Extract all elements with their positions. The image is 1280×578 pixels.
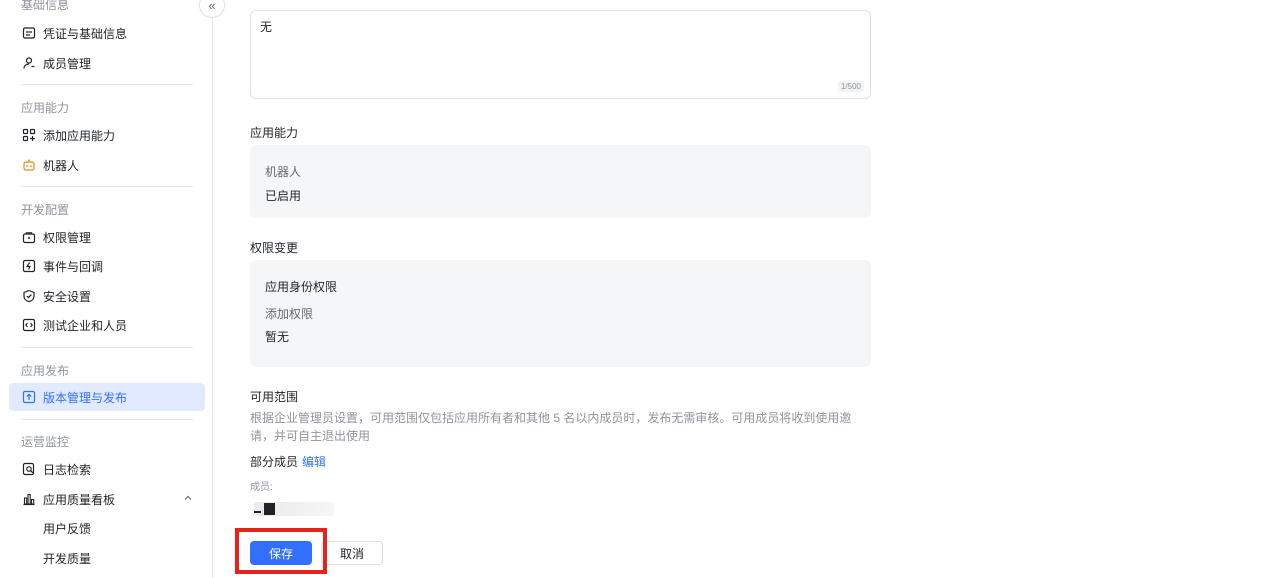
user-icon xyxy=(22,56,36,70)
shield-icon xyxy=(22,289,36,303)
divider xyxy=(21,419,193,420)
char-counter: 1/500 xyxy=(837,81,864,92)
log-search-icon xyxy=(22,462,36,476)
sidebar-item-label: 成员管理 xyxy=(43,56,92,71)
chevron-up-icon[interactable] xyxy=(183,493,193,503)
partial-members-label: 部分成员 xyxy=(250,455,299,469)
event-icon xyxy=(22,259,36,273)
code-icon xyxy=(22,318,36,332)
sidebar-subitem-dev-quality[interactable]: 开发质量 xyxy=(9,544,205,572)
section-title-permission: 权限变更 xyxy=(250,241,299,255)
sidebar-subitem-feedback[interactable]: 用户反馈 xyxy=(9,514,205,542)
robot-icon xyxy=(22,158,36,172)
permission-card: 应用身份权限 添加权限 暂无 xyxy=(250,260,871,367)
description-textarea[interactable]: 无 1/500 xyxy=(250,10,871,99)
permission-value: 暂无 xyxy=(265,330,290,344)
sidebar-item-label: 事件与回调 xyxy=(43,259,104,274)
sidebar-item-label: 安全设置 xyxy=(43,289,92,304)
sidebar-item-label: 开发质量 xyxy=(43,551,92,566)
sidebar-item-add-capability[interactable]: 添加应用能力 xyxy=(9,121,205,149)
upload-box-icon xyxy=(22,390,36,404)
capability-label: 机器人 xyxy=(265,165,302,179)
sidebar-item-quality[interactable]: 应用质量看板 xyxy=(9,485,205,513)
sidebar-item-label: 应用质量看板 xyxy=(43,492,116,507)
sidebar-item-version[interactable]: 版本管理与发布 xyxy=(9,383,205,411)
permission-heading: 应用身份权限 xyxy=(265,280,338,294)
cancel-button[interactable]: 取消 xyxy=(321,541,383,565)
section-title-scope: 可用范围 xyxy=(250,390,299,404)
sidebar-item-test[interactable]: 测试企业和人员 xyxy=(9,311,205,339)
textarea-value: 无 xyxy=(260,20,273,34)
divider xyxy=(21,347,193,348)
sidebar: 基础信息 凭证与基础信息 成员管理 应用能力 添加应用能力 机器人 开发配置 权… xyxy=(0,0,213,578)
group-title-ops: 运营监控 xyxy=(21,435,70,449)
partial-members-row: 部分成员 编辑 xyxy=(250,453,326,470)
sidebar-item-label: 机器人 xyxy=(43,158,80,173)
capability-value: 已启用 xyxy=(265,189,302,203)
save-button[interactable]: 保存 xyxy=(250,541,312,565)
sidebar-item-events[interactable]: 事件与回调 xyxy=(9,252,205,280)
sidebar-item-label: 权限管理 xyxy=(43,230,92,245)
permission-label: 添加权限 xyxy=(265,307,314,321)
section-title-capability: 应用能力 xyxy=(250,126,299,140)
sidebar-item-permissions[interactable]: 权限管理 xyxy=(9,223,205,251)
group-title-basic: 基础信息 xyxy=(21,0,70,12)
id-card-icon xyxy=(22,26,36,40)
group-title-capability: 应用能力 xyxy=(21,101,70,115)
capability-card: 机器人 已启用 xyxy=(250,145,871,218)
sidebar-item-security[interactable]: 安全设置 xyxy=(9,282,205,310)
bar-chart-icon xyxy=(22,492,36,506)
lock-box-icon xyxy=(22,230,36,244)
sidebar-item-label: 测试企业和人员 xyxy=(43,318,128,333)
scope-description: 根据企业管理员设置，可用范围仅包括应用所有者和其他 5 名以内成员时，发布无需审… xyxy=(250,411,852,443)
edit-link[interactable]: 编辑 xyxy=(302,455,326,469)
sidebar-item-label: 凭证与基础信息 xyxy=(43,26,128,41)
sidebar-item-label: 日志检索 xyxy=(43,462,92,477)
members-label: 成员: xyxy=(250,482,273,493)
double-chevron-left-icon: « xyxy=(208,0,216,13)
member-avatar xyxy=(254,503,275,515)
sidebar-item-label: 添加应用能力 xyxy=(43,128,116,143)
sidebar-item-members[interactable]: 成员管理 xyxy=(9,49,205,77)
sidebar-item-label: 用户反馈 xyxy=(43,521,92,536)
divider xyxy=(21,186,193,187)
sidebar-item-label: 版本管理与发布 xyxy=(43,390,128,405)
group-title-dev: 开发配置 xyxy=(21,203,70,217)
sidebar-item-credentials[interactable]: 凭证与基础信息 xyxy=(9,19,205,47)
sidebar-item-logs[interactable]: 日志检索 xyxy=(9,455,205,483)
group-title-release: 应用发布 xyxy=(21,364,70,378)
member-chip xyxy=(250,500,336,520)
divider xyxy=(21,84,193,85)
sidebar-item-bot[interactable]: 机器人 xyxy=(9,151,205,179)
apps-add-icon xyxy=(22,128,36,142)
